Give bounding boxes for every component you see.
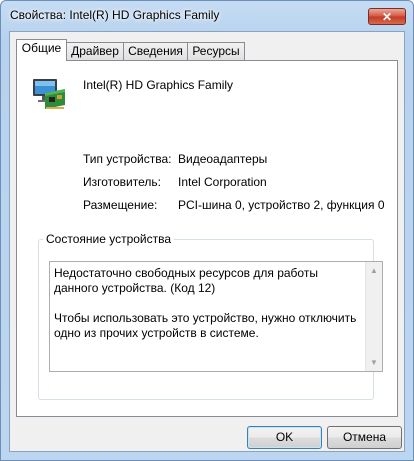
device-status-group: Состояние устройства Недостаточно свобод… (38, 232, 383, 400)
close-icon: ✕ (381, 9, 393, 24)
manufacturer-label: Изготовитель: (83, 175, 161, 189)
device-status-textbox[interactable]: Недостаточно свободных ресурсов для рабо… (49, 261, 383, 372)
tab-resources[interactable]: Ресурсы (187, 42, 245, 60)
device-type-label: Тип устройства: (83, 152, 172, 166)
device-status-legend: Состояние устройства (46, 232, 172, 246)
device-status-text: Недостаточно свободных ресурсов для рабо… (54, 266, 364, 356)
status-scrollbar[interactable]: ▲ ▼ (365, 262, 382, 371)
tab-general[interactable]: Общие (16, 39, 67, 61)
location-value: PCI-шина 0, устройство 2, функция 0 (178, 198, 385, 212)
tab-driver-label: Драйвер (71, 44, 119, 58)
properties-window: Свойства: Intel(R) HD Graphics Family ✕ … (0, 0, 414, 461)
device-type-value: Видеоадаптеры (178, 152, 268, 166)
display-adapter-icon (33, 79, 65, 109)
status-message-1: Недостаточно свободных ресурсов для рабо… (54, 266, 318, 295)
tab-general-label: Общие (21, 41, 62, 55)
device-name: Intel(R) HD Graphics Family (83, 78, 234, 92)
close-button[interactable]: ✕ (368, 8, 406, 25)
manufacturer-value: Intel Corporation (178, 175, 267, 189)
dialog-client-area: Общие Драйвер Сведения Ресурсы Intel(R) … (9, 31, 405, 452)
scroll-up-arrow-icon[interactable]: ▲ (366, 262, 382, 279)
general-tab-panel: Intel(R) HD Graphics Family Тип устройст… (16, 60, 398, 417)
window-title: Свойства: Intel(R) HD Graphics Family (10, 8, 220, 22)
tab-driver[interactable]: Драйвер (66, 42, 124, 60)
location-label: Размещение: (83, 198, 158, 212)
tab-details-label: Сведения (128, 44, 183, 58)
ok-button[interactable]: OK (247, 426, 322, 449)
title-bar[interactable]: Свойства: Intel(R) HD Graphics Family ✕ (1, 1, 413, 29)
tab-details[interactable]: Сведения (123, 42, 188, 60)
tab-resources-label: Ресурсы (192, 44, 240, 58)
scroll-down-arrow-icon[interactable]: ▼ (366, 354, 382, 371)
status-message-2: Чтобы использовать это устройство, нужно… (54, 311, 357, 340)
cancel-button[interactable]: Отмена (327, 426, 402, 449)
